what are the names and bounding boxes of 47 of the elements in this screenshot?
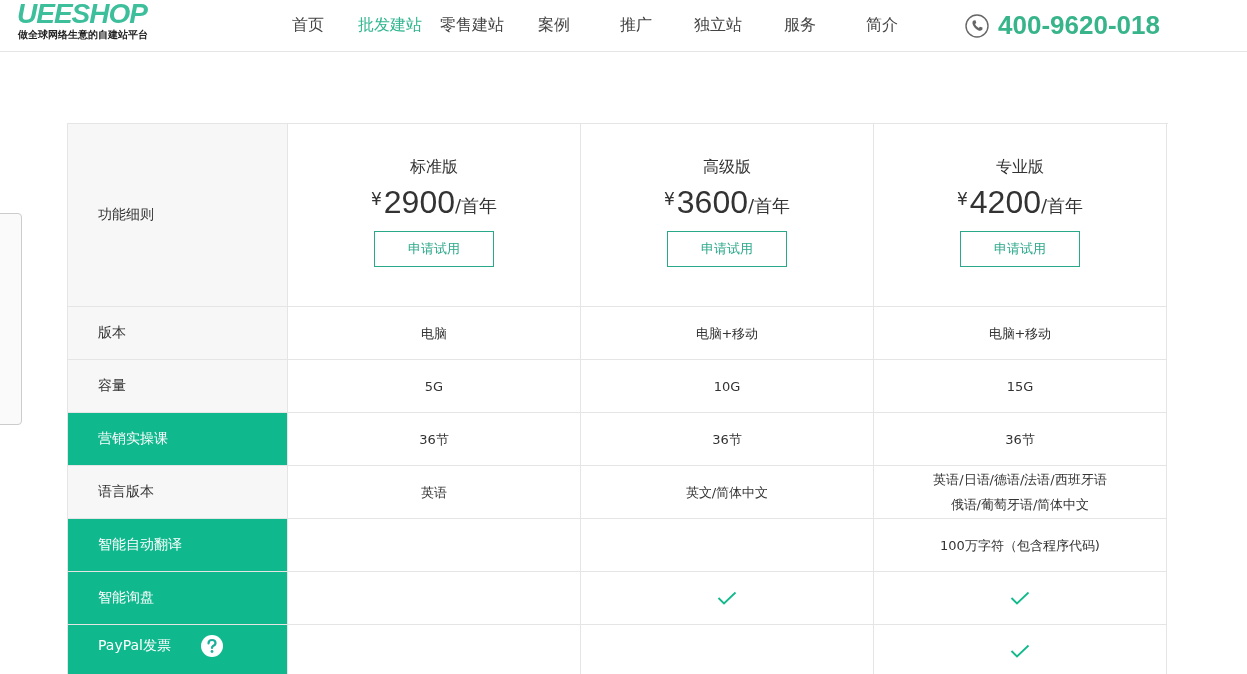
feature-label-cell: 营销实操课 [68,413,288,466]
table-cell: 36节 [874,413,1167,466]
nav-link[interactable]: 独立站 [677,15,759,36]
feature-label-cell: 语言版本 [68,466,288,519]
price-period: /首年 [454,195,498,218]
feature-label-cell: 容量 [68,360,288,413]
feature-label-cell: 版本 [68,307,288,360]
table-cell: 15G [874,360,1167,413]
feature-label-cell: PayPal发票 [68,625,288,674]
nav-link[interactable]: 服务 [759,15,841,36]
table-cell: 36节 [581,413,874,466]
table-cell: 36节 [288,413,581,466]
help-icon[interactable] [200,635,223,657]
currency-symbol: ¥ [370,188,382,211]
logo-tagline: 做全球网络生意的自建站平台 [18,27,149,42]
table-cell: 英语/日语/德语/法语/西班牙语 俄语/葡萄牙语/简体中文 [874,466,1167,519]
price-period: /首年 [747,195,791,218]
nav-link[interactable]: 零售建站 [431,15,513,36]
phone-number: 400-9620-018 [998,10,1160,41]
table-cell: 电脑 [288,307,581,360]
check-icon [1010,591,1030,605]
plan-price: 2900 [383,185,455,219]
table-cell: 10G [581,360,874,413]
nav-link[interactable]: 首页 [267,15,349,36]
table-cell: 电脑+移动 [874,307,1167,360]
nav-link[interactable]: 简介 [841,15,923,36]
currency-symbol: ¥ [956,188,968,211]
check-icon [717,591,737,605]
feature-label-cell: 智能询盘 [68,572,288,625]
phone-icon [965,13,989,38]
feature-label-cell: 智能自动翻译 [68,519,288,572]
table-cell: 英语 [288,466,581,519]
table-cell: 5G [288,360,581,413]
plan-price: 3600 [676,185,748,219]
check-icon [1010,644,1030,658]
table-cell: 电脑+移动 [581,307,874,360]
nav-link[interactable]: 推广 [595,15,677,36]
table-cell: 100万字符（包含程序代码) [874,519,1167,572]
plan-name: 专业版 [996,156,1044,178]
nav-link[interactable]: 案例 [513,15,595,36]
table-header-cell: 功能细则 [68,124,288,307]
plan-price: 4200 [969,185,1041,219]
table-cell: 英文/简体中文 [581,466,874,519]
price-period: /首年 [1040,195,1084,218]
plan-name: 标准版 [410,156,458,178]
currency-symbol: ¥ [663,188,675,211]
plan-name: 高级版 [703,156,751,178]
